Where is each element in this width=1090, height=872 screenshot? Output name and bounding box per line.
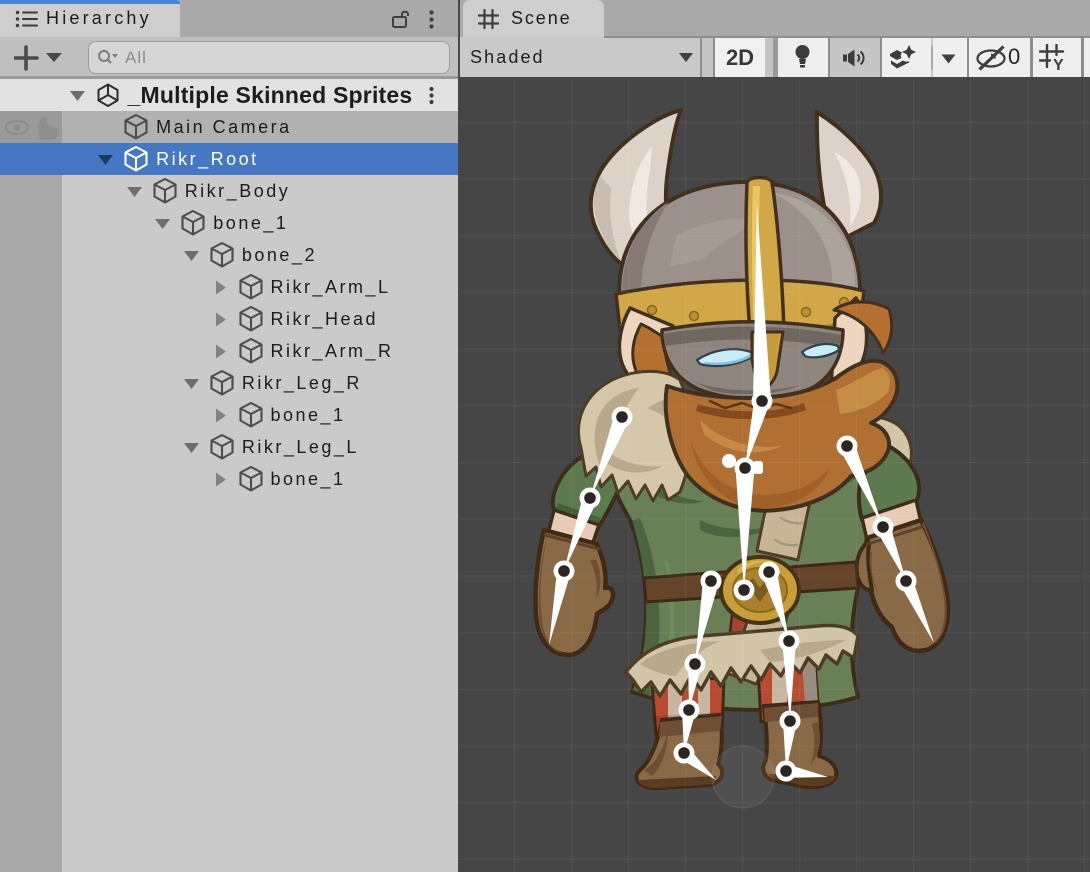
svg-text:Y: Y: [1053, 57, 1064, 72]
